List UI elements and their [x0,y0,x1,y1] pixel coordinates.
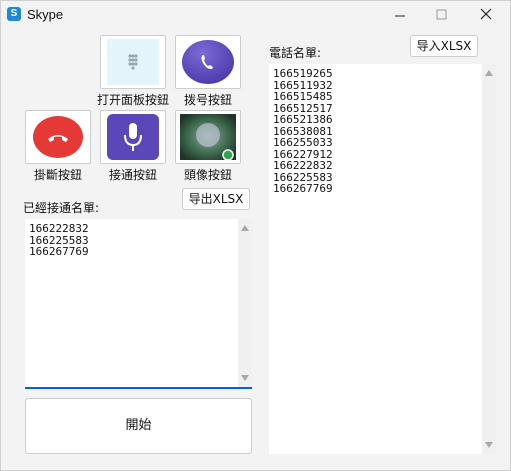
dial-button[interactable] [175,35,241,89]
list-line: 166222832 [29,222,89,235]
list-line: 166519265 [273,67,333,80]
hangup-icon [33,116,83,158]
phone-icon [182,40,234,84]
list-line: 166267769 [273,182,333,195]
minimize-icon [395,15,405,17]
scroll-up-arrow-icon[interactable] [241,225,249,231]
skype-window: S Skype 打开面板按鈕 拨号按鈕 掛斷按鈕 接通按鈕 頭像按鈕 导出XLS… [0,0,511,471]
connected-list-textbox[interactable]: 166222832 166225583 166267769 [25,219,252,389]
microphone-icon [107,114,159,160]
answer-button[interactable] [100,110,166,164]
maximize-icon [436,9,447,20]
avatar-icon [180,114,236,161]
maximize-button[interactable] [430,5,452,25]
hangup-button-label: 掛斷按鈕 [33,168,82,182]
hangup-button[interactable] [25,110,91,164]
close-icon [480,8,492,20]
skype-icon: S [7,7,21,21]
connected-list-scrollbar[interactable] [238,219,252,387]
import-xlsx-button[interactable]: 导入XLSX [410,35,478,57]
avatar-button-label: 頭像按鈕 [183,168,232,182]
connected-list-lines: 166222832 166225583 166267769 [29,223,89,258]
dial-button-label: 拨号按鈕 [183,93,232,107]
avatar-button[interactable] [175,110,241,164]
close-button[interactable] [475,5,497,25]
title-bar: S Skype [1,1,510,29]
scroll-up-arrow-icon[interactable] [485,70,493,76]
phone-list-scrollbar[interactable] [482,64,496,454]
export-xlsx-button[interactable]: 导出XLSX [182,188,250,210]
list-line: 166515485 [273,90,333,103]
keypad-icon [107,39,159,85]
connected-list-label: 已經接通名單: [23,201,100,215]
list-line: 166222832 [273,159,333,172]
window-title: Skype [27,7,64,22]
list-line: 166521386 [273,113,333,126]
scroll-down-arrow-icon[interactable] [241,375,249,381]
phone-list-textbox[interactable]: 166519265 166511932 166515485 166512517 1665… [269,64,496,454]
scroll-down-arrow-icon[interactable] [485,442,493,448]
minimize-button[interactable] [389,5,411,25]
list-line: 166255033 [273,136,333,149]
start-button[interactable]: 開始 [25,398,252,454]
keypad-button[interactable] [100,35,166,89]
phone-list-lines: 166519265 166511932 166515485 166512517 1665… [273,68,333,195]
keypad-button-label: 打开面板按鈕 [96,93,169,107]
list-line: 166267769 [29,245,89,258]
answer-button-label: 接通按鈕 [108,168,157,182]
phone-list-label: 電話名單: [269,46,322,60]
